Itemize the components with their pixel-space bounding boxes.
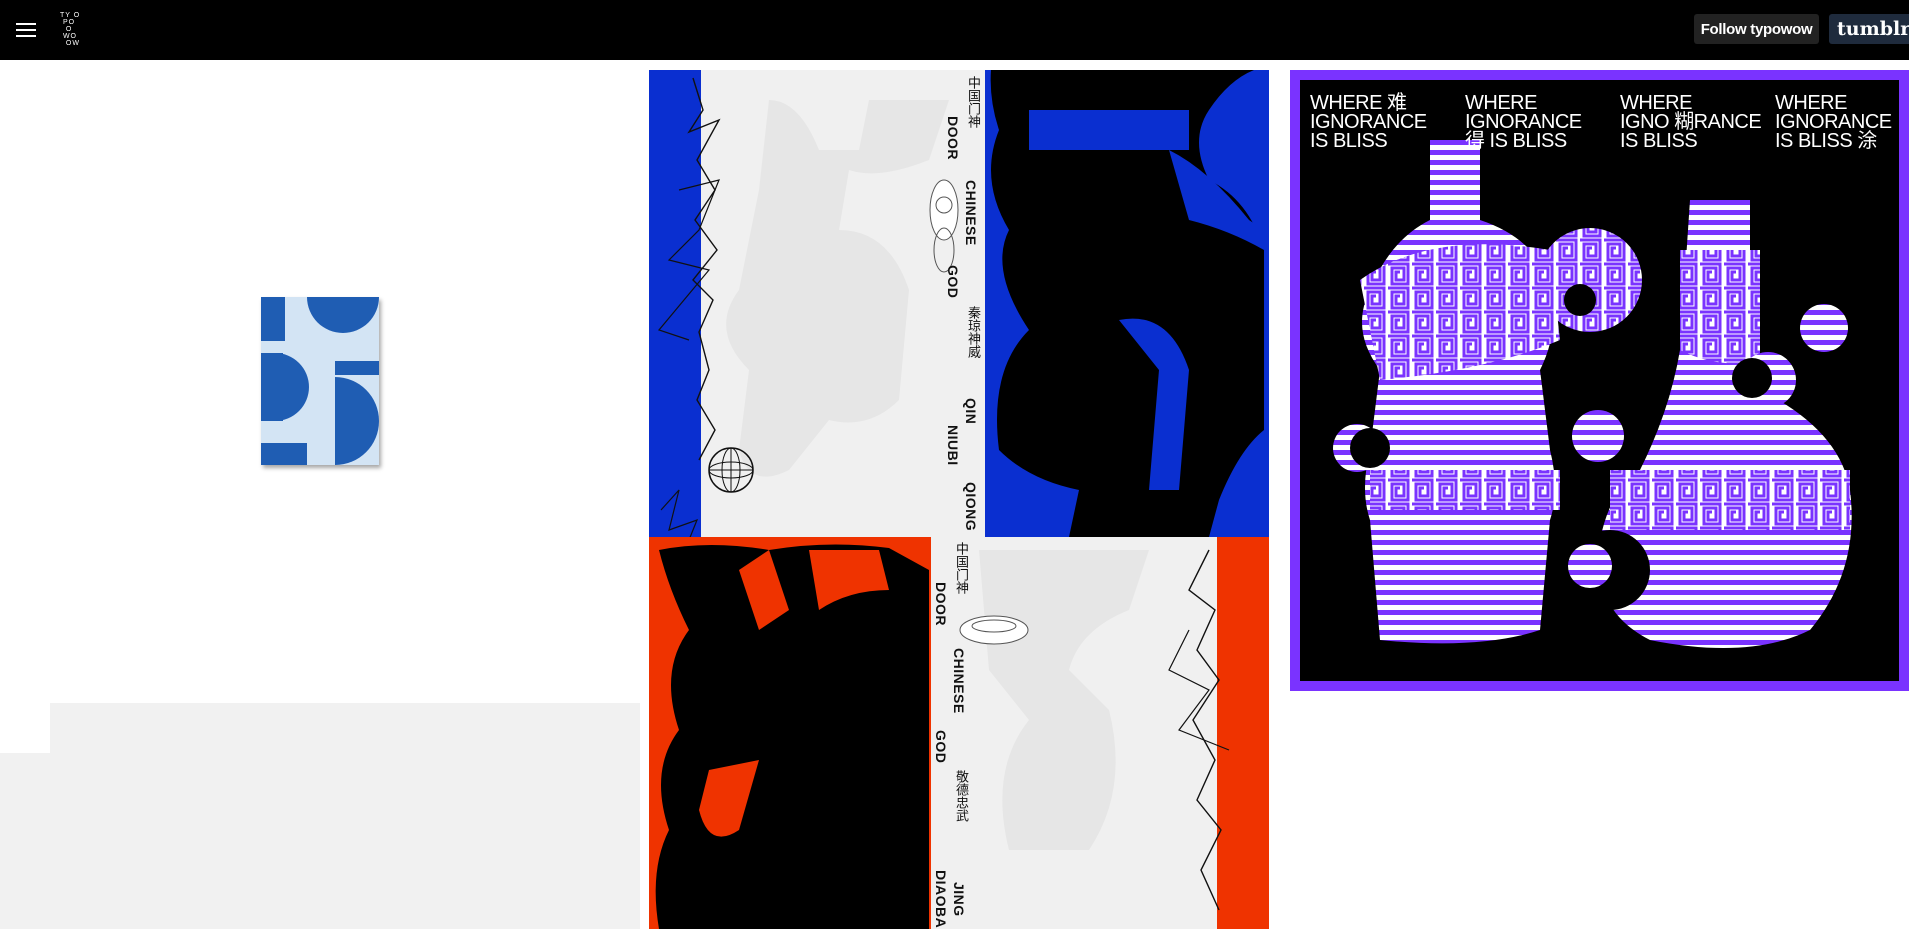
post-placeholder-edge	[0, 753, 60, 929]
post-thumbnail[interactable]	[261, 297, 379, 465]
ignorance-column-3: WHERE IGNO 糊RANCE IS BLISS	[1620, 93, 1762, 152]
typowow-logo[interactable]: TY O PO O WO OW	[60, 12, 100, 52]
post-placeholder	[50, 703, 640, 929]
cjk-name-top: 秦琼神威	[965, 306, 980, 358]
text-qin: QIN	[963, 398, 979, 425]
logo-line: WO	[60, 33, 77, 40]
hamburger-menu-icon[interactable]	[14, 20, 38, 40]
follow-button[interactable]: Follow typowow	[1694, 14, 1819, 44]
top-navigation-bar: TY O PO O WO OW Follow typowow tumblr	[0, 0, 1909, 60]
logo-line: O	[60, 26, 73, 33]
text-god-top: GOD	[945, 265, 961, 299]
logo-line: PO	[60, 19, 76, 26]
column-line: IS BLISS	[1310, 130, 1388, 152]
ignorance-column-1: WHERE 难 IGNORANCE IS BLISS	[1310, 93, 1427, 152]
text-chinese-bottom: CHINESE	[951, 648, 967, 714]
vases-artwork	[1300, 80, 1899, 681]
cjk-title-bottom: 中国门神	[953, 542, 968, 594]
text-jing: JING	[951, 882, 967, 917]
text-door-bottom: DOOR	[933, 582, 949, 626]
tumblr-home-button[interactable]: tumblr	[1829, 14, 1909, 44]
text-niubi: NIUBI	[945, 425, 961, 466]
ignorance-column-4: WHERE IGNORANCE IS BLISS 涂	[1775, 93, 1892, 152]
column-line: IS BLISS	[1620, 130, 1698, 152]
text-chinese-top: CHINESE	[963, 180, 979, 246]
column-line: IS BLISS 涂	[1775, 130, 1877, 152]
text-door-top: DOOR	[945, 116, 961, 160]
cjk-name-bottom: 敬德忠武	[953, 770, 968, 822]
logo-line: TY O	[60, 12, 81, 19]
abstract-shapes-graphic	[261, 297, 379, 465]
text-qiong: QIONG	[963, 482, 979, 532]
ignorance-column-2: WHERE IGNORANCE 得 IS BLISS	[1465, 93, 1582, 152]
door-gods-poster-post[interactable]: 中国门神 DOOR CHINESE GOD 秦琼神威 QIN NIUBI QIO…	[649, 70, 1269, 929]
ignorance-is-bliss-poster-post[interactable]: WHERE 难 IGNORANCE IS BLISS WHERE IGNORAN…	[1290, 70, 1909, 691]
text-diaoba: DIAOBA	[933, 870, 949, 929]
column-line: 得 IS BLISS	[1465, 130, 1567, 152]
cjk-title-top: 中国门神	[965, 76, 980, 128]
logo-line: OW	[60, 40, 80, 47]
text-god-bottom: GOD	[933, 730, 949, 764]
